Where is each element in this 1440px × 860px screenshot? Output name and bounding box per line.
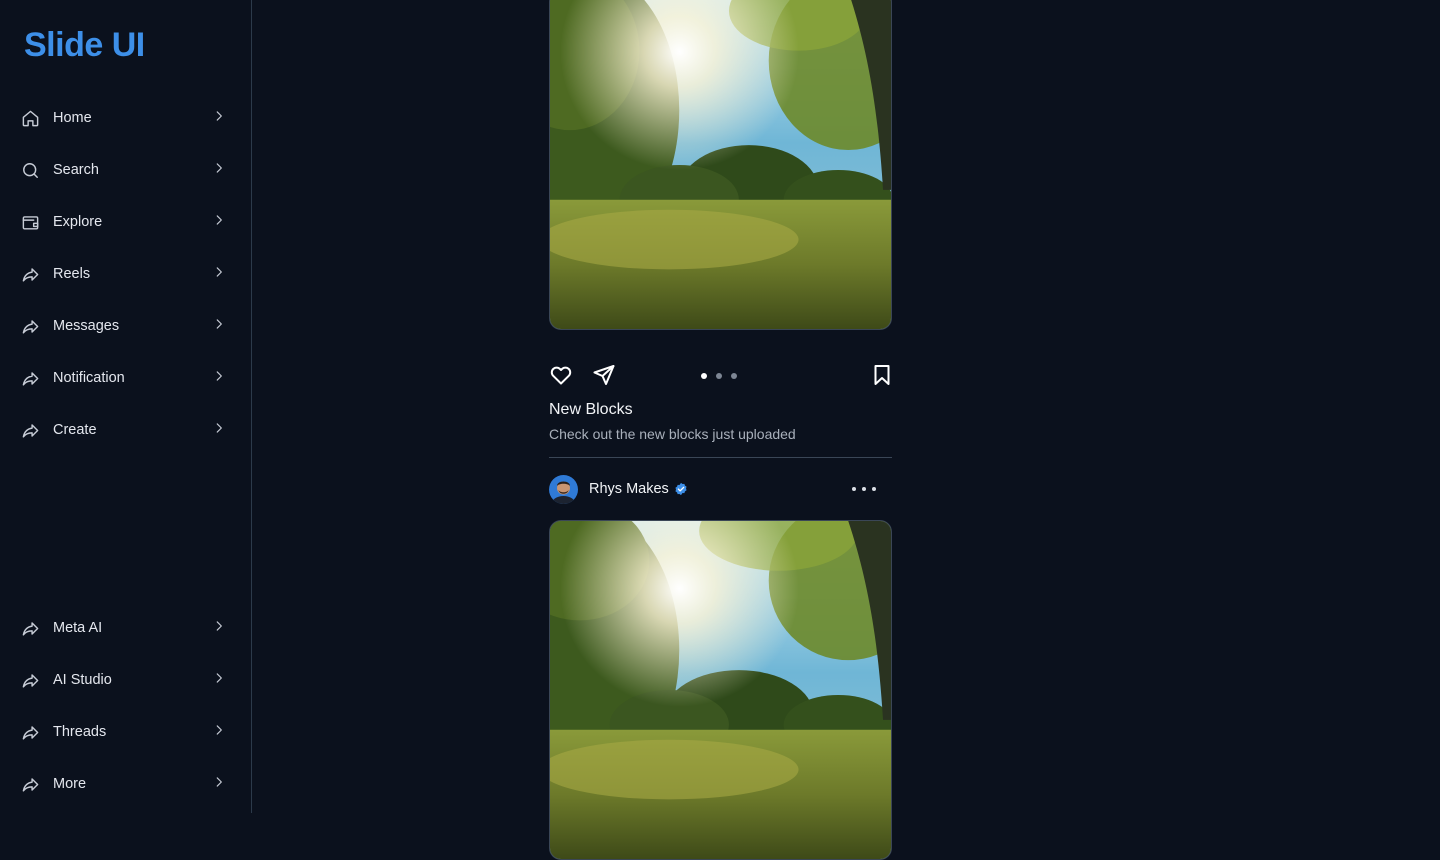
sidebar-item-reels[interactable]: Reels	[8, 252, 238, 296]
sidebar-item-label: Reels	[53, 266, 91, 282]
post-title: New Blocks	[549, 401, 633, 418]
chevron-right-icon	[212, 421, 226, 440]
send-icon[interactable]	[592, 363, 618, 389]
post-description: Check out the new blocks just uploaded	[549, 426, 796, 442]
sidebar-item-label: Meta AI	[53, 620, 103, 636]
sidebar-item-label: AI Studio	[53, 672, 112, 688]
carousel-dot[interactable]	[716, 373, 722, 379]
dot-icon	[862, 487, 866, 491]
search-icon	[20, 160, 40, 180]
sidebar-item-meta-ai[interactable]: Meta AI	[8, 606, 238, 650]
chevron-right-icon	[212, 109, 226, 128]
post-actions	[549, 363, 892, 389]
post-image[interactable]	[549, 0, 892, 330]
share-arrow-icon	[20, 774, 40, 794]
post-author-row: Rhys Makes	[549, 474, 892, 504]
post-image[interactable]	[549, 520, 892, 860]
carousel-dot[interactable]	[701, 373, 707, 379]
chevron-right-icon	[212, 619, 226, 638]
chevron-right-icon	[212, 213, 226, 232]
sidebar-item-ai-studio[interactable]: AI Studio	[8, 658, 238, 702]
share-arrow-icon	[20, 264, 40, 284]
sidebar-item-threads[interactable]: Threads	[8, 710, 238, 754]
bookmark-icon[interactable]	[870, 363, 896, 389]
sidebar-item-label: Explore	[53, 214, 103, 230]
sidebar-item-home[interactable]: Home	[8, 96, 238, 140]
sidebar: Slide UI Home Search Explore Reels Messa…	[0, 0, 252, 813]
sidebar-item-explore[interactable]: Explore	[8, 200, 238, 244]
share-arrow-icon	[20, 670, 40, 690]
share-arrow-icon	[20, 420, 40, 440]
sidebar-item-label: Messages	[53, 318, 120, 334]
sidebar-item-create[interactable]: Create	[8, 408, 238, 452]
app-logo[interactable]: Slide UI	[24, 26, 145, 65]
chevron-right-icon	[212, 161, 226, 180]
post-divider	[549, 457, 892, 458]
heart-icon[interactable]	[549, 363, 575, 389]
sidebar-item-label: Notification	[53, 370, 125, 386]
sidebar-item-label: Create	[53, 422, 97, 438]
carousel-dot[interactable]	[731, 373, 737, 379]
dot-icon	[852, 487, 856, 491]
wallet-icon	[20, 212, 40, 232]
dot-icon	[872, 487, 876, 491]
sidebar-item-label: Search	[53, 162, 99, 178]
avatar[interactable]	[549, 474, 578, 504]
carousel-indicator	[701, 373, 737, 379]
sidebar-item-more[interactable]: More	[8, 762, 238, 806]
share-arrow-icon	[20, 722, 40, 742]
more-options-button[interactable]	[852, 480, 876, 498]
share-arrow-icon	[20, 618, 40, 638]
home-icon	[20, 108, 40, 128]
chevron-right-icon	[212, 775, 226, 794]
meadow-photo	[550, 521, 891, 859]
chevron-right-icon	[212, 265, 226, 284]
sidebar-item-search[interactable]: Search	[8, 148, 238, 192]
chevron-right-icon	[212, 369, 226, 388]
sidebar-item-label: More	[53, 776, 87, 792]
chevron-right-icon	[212, 317, 226, 336]
sidebar-item-label: Home	[53, 110, 92, 126]
verified-badge-icon	[675, 482, 687, 496]
author-name[interactable]: Rhys Makes	[589, 481, 669, 497]
share-arrow-icon	[20, 316, 40, 336]
chevron-right-icon	[212, 723, 226, 742]
sidebar-item-notification[interactable]: Notification	[8, 356, 238, 400]
sidebar-item-label: Threads	[53, 724, 107, 740]
meadow-photo	[550, 0, 891, 329]
share-arrow-icon	[20, 368, 40, 388]
chevron-right-icon	[212, 671, 226, 690]
sidebar-item-messages[interactable]: Messages	[8, 304, 238, 348]
